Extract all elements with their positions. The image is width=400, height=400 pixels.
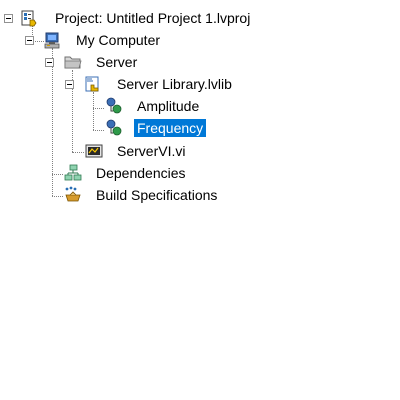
tree-item-servervi[interactable]: ServerVI.vi: [114, 142, 188, 160]
collapse-library-button[interactable]: [65, 80, 74, 89]
labview-project-icon: [21, 10, 37, 27]
computer-icon: [44, 32, 60, 49]
dependencies-icon: [64, 164, 82, 181]
tree-item-server[interactable]: Server: [93, 53, 140, 71]
tree-line: [93, 92, 94, 130]
tree-item-frequency[interactable]: Frequency: [134, 119, 207, 137]
tree-item-amplitude[interactable]: Amplitude: [134, 97, 202, 115]
tree-line: [52, 196, 63, 197]
collapse-server-button[interactable]: [45, 58, 54, 67]
tree-item-project[interactable]: Project: Untitled Project 1.lvproj: [52, 9, 253, 27]
vi-icon: [85, 144, 103, 158]
tree-line: [72, 152, 84, 153]
tree-line: [52, 174, 63, 175]
tree-item-my-computer[interactable]: My Computer: [73, 31, 163, 49]
project-tree[interactable]: Project: Untitled Project 1.lvproj My Co…: [0, 0, 400, 400]
folder-icon: [64, 56, 82, 69]
shared-variable-icon: [106, 97, 122, 114]
build-specifications-icon: [65, 186, 81, 202]
shared-variable-icon: [106, 119, 122, 136]
tree-item-build-specifications[interactable]: Build Specifications: [93, 186, 220, 204]
tree-line: [93, 130, 104, 131]
tree-item-server-library[interactable]: Server Library.lvlib: [114, 75, 235, 93]
library-icon: [85, 76, 99, 92]
tree-item-dependencies[interactable]: Dependencies: [93, 164, 189, 182]
tree-line: [93, 108, 104, 109]
collapse-project-button[interactable]: [4, 14, 13, 23]
collapse-computer-button[interactable]: [25, 36, 34, 45]
